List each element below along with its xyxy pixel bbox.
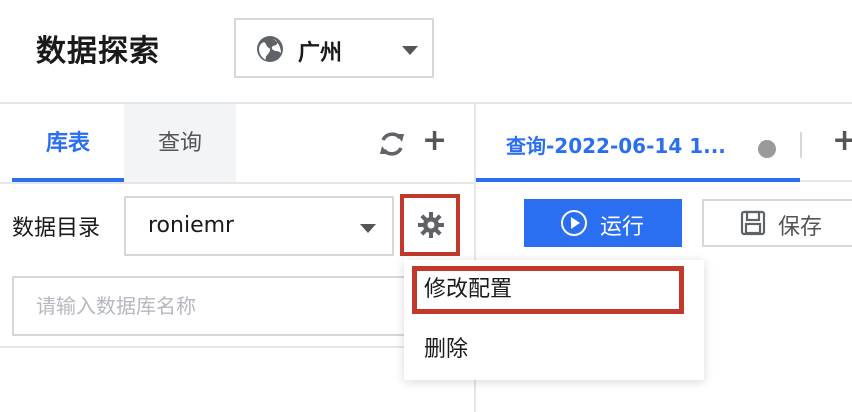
save-button[interactable]: 保存 (702, 199, 852, 247)
query-tab[interactable]: 查询-2022-06-14 1... (476, 104, 802, 182)
add-query-icon[interactable]: + (832, 126, 852, 156)
search-row (0, 264, 474, 348)
menu-item-delete[interactable]: 删除 (404, 328, 704, 372)
region-label: 广州 (298, 41, 343, 66)
chevron-down-icon (360, 224, 376, 233)
query-tab-title: 查询-2022-06-14 1... (506, 134, 726, 158)
menu-item-edit-config[interactable]: 修改配置 (404, 268, 704, 312)
tab-separator (800, 132, 802, 158)
globe-icon (257, 36, 283, 62)
left-tabbar: 库表 查询 + (0, 104, 474, 184)
tab-tables[interactable]: 库表 (12, 104, 124, 182)
catalog-value: roniemr (148, 213, 235, 238)
database-search-input[interactable] (12, 276, 462, 336)
gear-icon (418, 212, 444, 238)
save-icon (740, 210, 766, 236)
run-label: 运行 (600, 215, 645, 240)
tab-query[interactable]: 查询 (124, 104, 236, 182)
save-label: 保存 (778, 215, 823, 240)
add-tab-icon[interactable]: + (422, 126, 447, 156)
page-title: 数据探索 (36, 34, 160, 69)
region-select[interactable]: 广州 (234, 18, 434, 78)
refresh-icon[interactable] (378, 130, 406, 158)
chevron-down-icon (402, 46, 418, 55)
unsaved-dot-icon[interactable] (758, 140, 776, 158)
query-tabbar: 查询-2022-06-14 1... + (476, 102, 852, 182)
catalog-select[interactable]: roniemr (124, 196, 394, 256)
play-icon (561, 210, 587, 236)
catalog-label: 数据目录 (12, 216, 101, 241)
settings-button[interactable] (400, 194, 460, 256)
settings-dropdown-menu: 修改配置 删除 (404, 260, 704, 380)
run-button[interactable]: 运行 (524, 199, 682, 247)
